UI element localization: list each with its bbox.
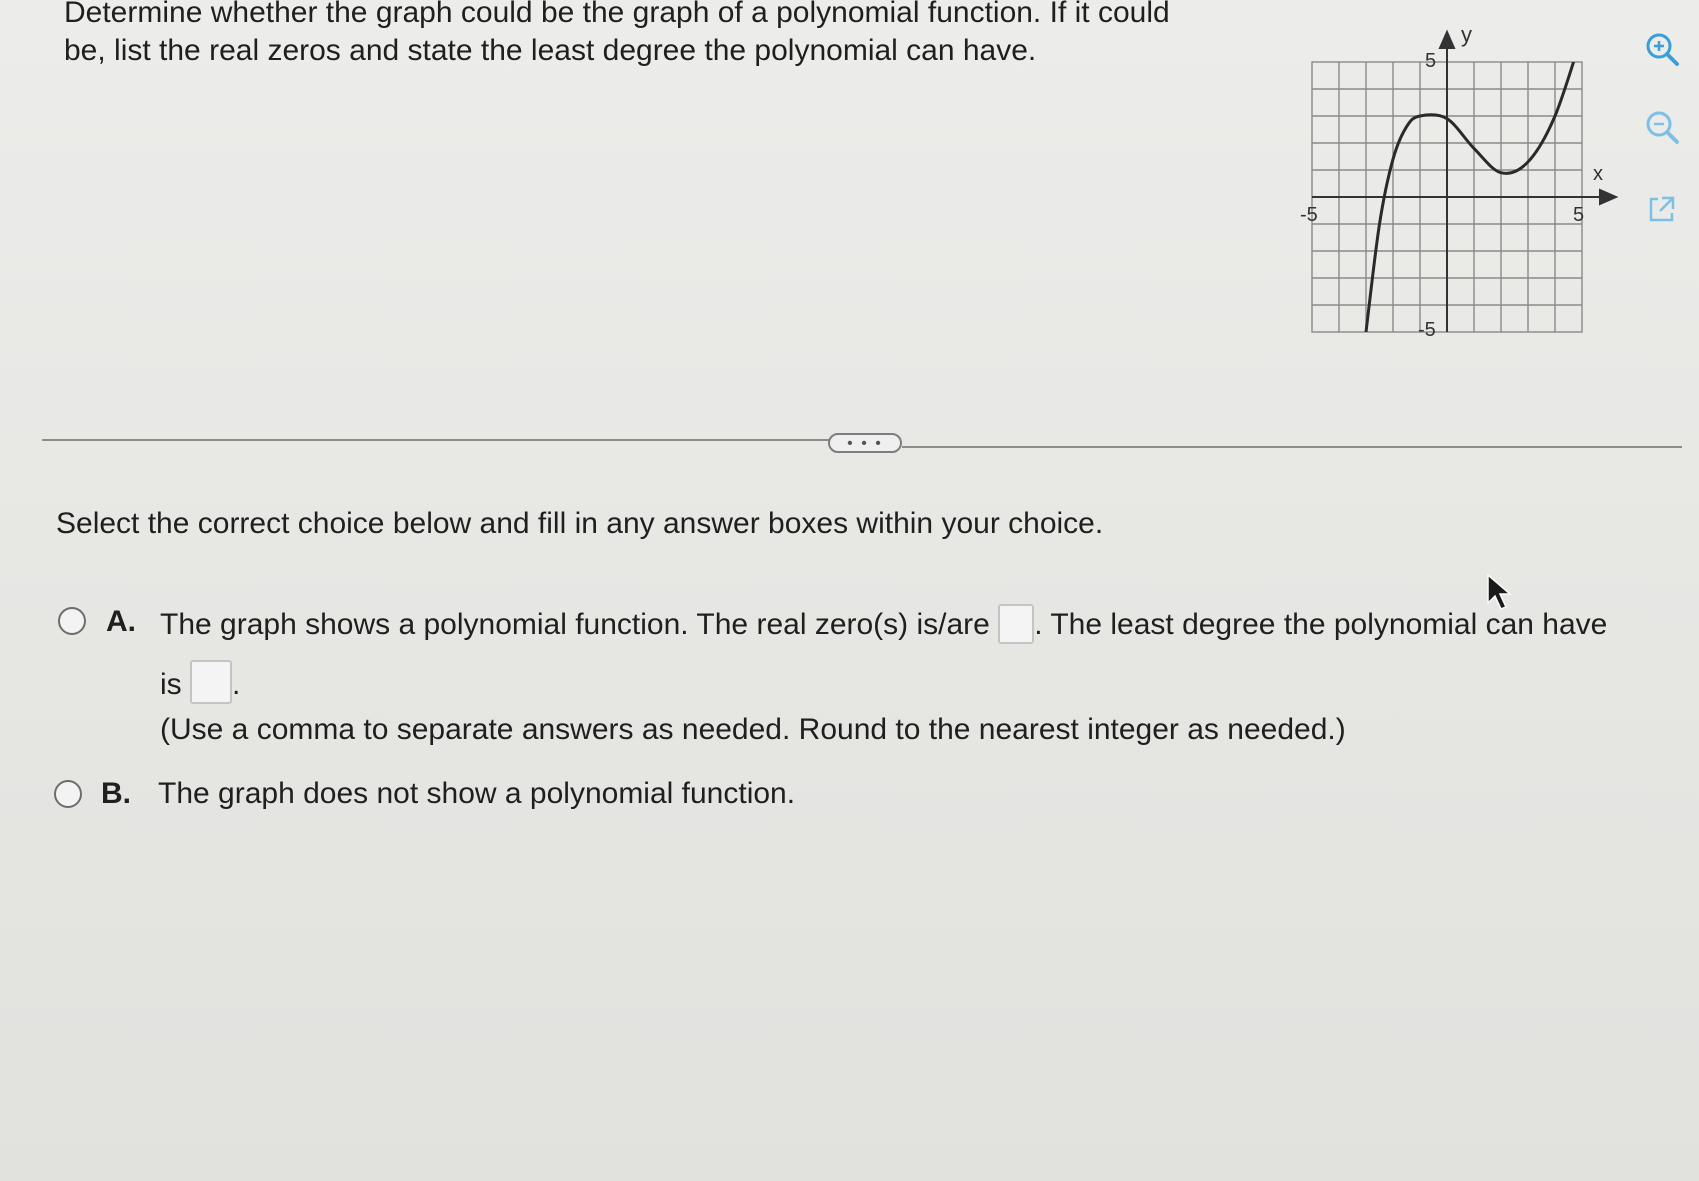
choice-b-letter: B. — [101, 776, 131, 812]
y-axis-label: y — [1461, 22, 1472, 47]
question-line-2: be, list the real zeros and state the le… — [64, 34, 1037, 67]
choice-a-text-3: is — [160, 668, 182, 701]
choice-a-radio[interactable] — [58, 607, 86, 635]
graph-svg: y x 5 -5 -5 5 — [1300, 22, 1619, 341]
x-axis-arrow — [1599, 188, 1619, 206]
question-line-1: Determine whether the graph could be the… — [64, 0, 1170, 29]
choice-b-letter-label: B. — [101, 777, 131, 810]
graph-axes — [1312, 29, 1619, 332]
zoom-out-button[interactable] — [1640, 105, 1684, 149]
x-min-tick-label: -5 — [1300, 204, 1318, 226]
polynomial-graph: y x 5 -5 -5 5 — [1290, 20, 1650, 350]
section-divider-right — [902, 446, 1682, 448]
choice-a-text-1: The graph shows a polynomial function. T… — [160, 608, 990, 641]
choice-a-text-2: . The least degree the polynomial can ha… — [1034, 608, 1608, 641]
expand-more-button[interactable]: • • • — [828, 433, 902, 453]
y-axis-arrow — [1438, 29, 1456, 49]
choice-a-note: (Use a comma to separate answers as need… — [160, 713, 1346, 746]
mouse-pointer-icon — [1487, 573, 1513, 610]
choice-a-text-4: . — [232, 668, 241, 701]
zoom-in-icon — [1646, 33, 1679, 66]
question-text: Determine whether the graph could be the… — [64, 0, 1244, 70]
choice-b-text: The graph does not show a polynomial fun… — [158, 777, 796, 810]
choice-a-letter: A. — [106, 604, 136, 640]
external-link-icon — [1649, 196, 1675, 222]
y-max-tick-label: 5 — [1425, 50, 1436, 72]
degree-answer-box[interactable] — [190, 660, 233, 704]
choice-a-letter-label: A. — [106, 605, 136, 638]
choice-a-text: The graph shows a polynomial function. T… — [160, 604, 1690, 644]
zoom-out-icon — [1646, 111, 1679, 144]
zoom-in-button[interactable] — [1640, 27, 1684, 71]
zeros-answer-box[interactable] — [998, 604, 1035, 644]
choice-a-degree-line: is . — [160, 660, 240, 704]
x-axis-label: x — [1593, 163, 1603, 185]
y-min-tick-label: -5 — [1418, 319, 1436, 341]
section-divider-left — [42, 439, 832, 441]
instruction-text: Select the correct choice below and fill… — [56, 507, 1104, 540]
popout-button[interactable] — [1640, 187, 1684, 231]
x-max-tick-label: 5 — [1573, 204, 1584, 226]
choice-b-radio[interactable] — [54, 780, 82, 808]
